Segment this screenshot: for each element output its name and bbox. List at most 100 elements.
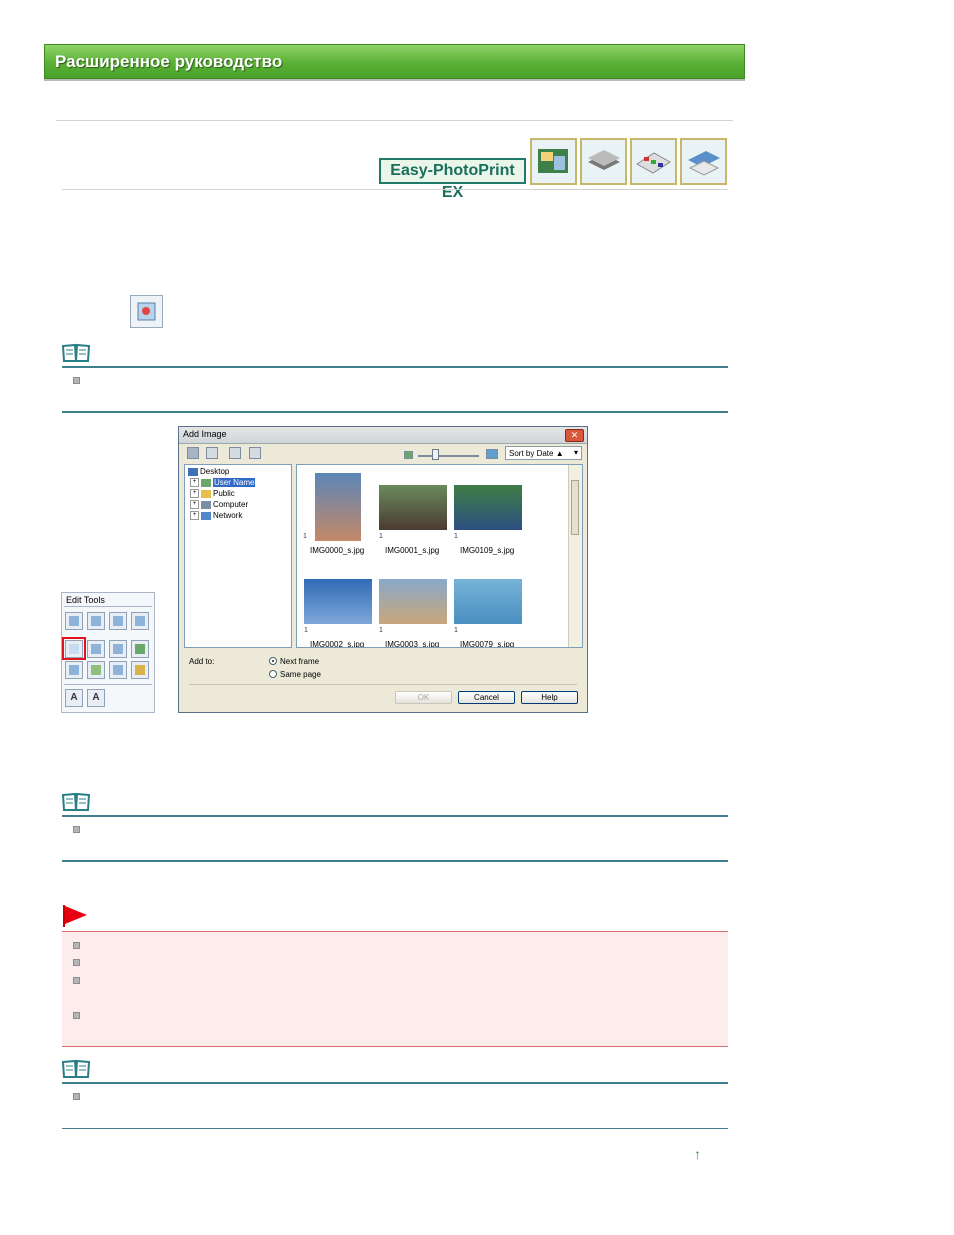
photo-print-icon[interactable] xyxy=(580,138,627,185)
tree-label: User Name xyxy=(213,478,256,487)
note-icon xyxy=(61,343,91,363)
highlight-frame xyxy=(62,637,86,660)
product-logo: Easy-PhotoPrint EX xyxy=(379,158,526,201)
tool-button[interactable] xyxy=(131,640,149,658)
note-line xyxy=(62,860,728,862)
dialog-titlebar: Add Image ✕ xyxy=(179,427,587,444)
tree-item-public[interactable]: + Public xyxy=(190,489,235,499)
photo-image xyxy=(379,485,447,530)
photo-count: 1 xyxy=(454,627,458,634)
note-line xyxy=(62,815,728,817)
tool-button[interactable] xyxy=(131,661,149,679)
bullet xyxy=(73,942,80,949)
thumbnail-size-slider[interactable] xyxy=(418,455,479,457)
photo-thumbnail[interactable] xyxy=(454,485,522,530)
folder-icon xyxy=(201,489,211,498)
photo-image xyxy=(454,579,522,624)
photo-image xyxy=(454,485,522,530)
divider xyxy=(62,189,728,190)
photo-image xyxy=(315,473,361,541)
bullet xyxy=(73,959,80,966)
note-line xyxy=(62,366,728,368)
photo-thumbnail[interactable] xyxy=(379,579,447,624)
next-frame-radio[interactable] xyxy=(269,657,277,665)
cancel-button[interactable]: Cancel xyxy=(458,691,515,704)
tool-button[interactable] xyxy=(87,640,105,658)
tool-button[interactable] xyxy=(87,661,105,679)
view-large-icon[interactable] xyxy=(187,447,199,459)
photo-count: 1 xyxy=(379,533,383,540)
rotate-icon[interactable] xyxy=(229,447,241,459)
tree-item-desktop[interactable]: Desktop xyxy=(188,467,229,476)
text-tool-button[interactable]: A xyxy=(87,689,105,707)
tool-button[interactable] xyxy=(65,661,83,679)
note-line xyxy=(62,1128,728,1129)
manual-title: Расширенное руководство xyxy=(55,52,283,71)
vertical-scrollbar[interactable] xyxy=(568,465,582,647)
expand-icon[interactable]: + xyxy=(190,489,199,499)
photo-filename: IMG0109_s.jpg xyxy=(460,546,515,555)
caution-line xyxy=(62,931,728,932)
properties-icon[interactable] xyxy=(249,447,261,459)
scroll-thumb[interactable] xyxy=(571,480,579,535)
ok-button[interactable]: OK xyxy=(395,691,452,704)
caution-box xyxy=(62,932,728,1047)
edit-tools-title: Edit Tools xyxy=(66,595,105,605)
note-icon xyxy=(61,792,91,812)
page-top-link[interactable]: ↑ xyxy=(694,1146,701,1162)
same-page-radio[interactable] xyxy=(269,670,277,678)
slider-thumb[interactable] xyxy=(432,449,439,460)
photo-filename: IMG0079_s.jpg xyxy=(460,640,515,648)
folder-tree[interactable]: Desktop + User Name + Public + Computer + Ne… xyxy=(184,464,292,648)
user-folder-icon xyxy=(201,478,211,487)
note-line xyxy=(62,1082,728,1084)
photo-filename: IMG0000_s.jpg xyxy=(310,546,365,555)
thumbnail-gallery[interactable]: 1 IMG0000_s.jpg 1 IMG0001_s.jpg 1 IMG010… xyxy=(296,464,583,648)
expand-icon[interactable]: + xyxy=(190,478,199,488)
tool-button[interactable] xyxy=(131,612,149,630)
photo-count: 1 xyxy=(303,533,307,540)
expand-icon[interactable]: + xyxy=(190,500,199,510)
sort-dropdown[interactable]: Sort by Date ▲ ▾ xyxy=(505,446,582,460)
photo-filename: IMG0001_s.jpg xyxy=(385,546,440,555)
tool-button[interactable] xyxy=(109,640,127,658)
tree-label: Network xyxy=(213,511,243,520)
tree-item-network[interactable]: + Network xyxy=(190,511,243,521)
expand-icon[interactable]: + xyxy=(190,511,199,521)
tree-item-computer[interactable]: + Computer xyxy=(190,500,249,510)
chevron-down-icon: ▾ xyxy=(573,448,578,457)
tool-button[interactable] xyxy=(109,661,127,679)
tree-label: Public xyxy=(213,489,235,498)
computer-icon xyxy=(201,500,211,509)
photo-thumbnail[interactable] xyxy=(315,473,361,541)
divider xyxy=(189,684,577,685)
manual-banner: Расширенное руководство xyxy=(44,44,745,79)
photo-thumbnail[interactable] xyxy=(304,579,372,624)
photo-count: 1 xyxy=(454,533,458,540)
tree-label: Desktop xyxy=(200,467,230,476)
photo-thumbnail[interactable] xyxy=(454,579,522,624)
caution-flag-icon xyxy=(62,904,88,928)
close-button[interactable]: ✕ xyxy=(565,429,584,442)
photo-image xyxy=(304,579,372,624)
next-frame-label[interactable]: Next frame xyxy=(280,657,319,666)
tool-button[interactable] xyxy=(65,612,83,630)
tool-button[interactable] xyxy=(87,612,105,630)
desktop-icon xyxy=(188,467,198,476)
bullet xyxy=(73,977,80,984)
same-page-label[interactable]: Same page xyxy=(280,670,321,679)
layout-print-icon[interactable] xyxy=(630,138,677,185)
view-list-icon[interactable] xyxy=(206,447,218,459)
tool-button[interactable] xyxy=(109,612,127,630)
small-image-icon xyxy=(404,451,413,459)
calendar-print-icon[interactable] xyxy=(680,138,727,185)
tree-item-user[interactable]: + User Name xyxy=(190,478,256,488)
text-tool-button[interactable]: A xyxy=(65,689,83,707)
photo-count: 1 xyxy=(304,627,308,634)
tree-label: Computer xyxy=(213,500,249,509)
album-icon[interactable] xyxy=(530,138,577,185)
bullet xyxy=(73,826,80,833)
help-button[interactable]: Help xyxy=(521,691,578,704)
photo-thumbnail[interactable] xyxy=(379,485,447,530)
photo-filename: IMG0002_s.jpg xyxy=(310,640,365,648)
